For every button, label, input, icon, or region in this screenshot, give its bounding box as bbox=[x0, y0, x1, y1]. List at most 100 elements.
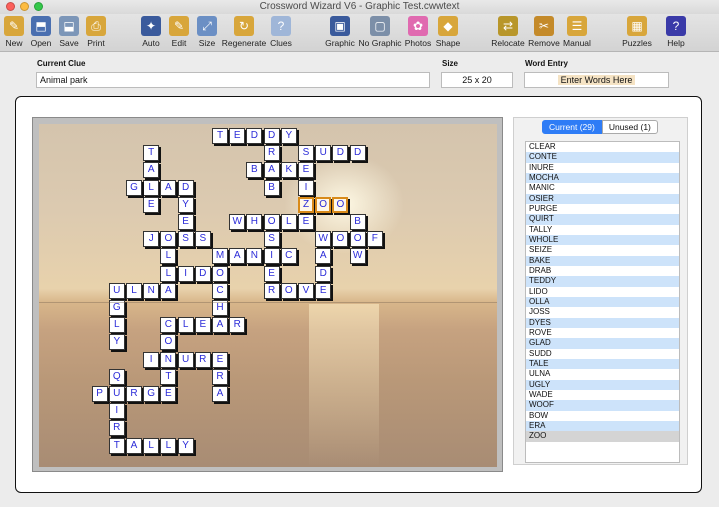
crossword-cell[interactable]: W bbox=[315, 231, 332, 248]
crossword-cell[interactable]: S bbox=[194, 231, 211, 248]
crossword-cell[interactable]: S bbox=[298, 145, 314, 162]
remove-button[interactable]: ✂ Remove bbox=[528, 16, 560, 52]
crossword-cell[interactable]: Y bbox=[280, 128, 297, 144]
crossword-cell[interactable]: D bbox=[315, 265, 332, 282]
crossword-cell[interactable]: I bbox=[263, 248, 280, 265]
crossword-cell[interactable]: A bbox=[212, 317, 228, 334]
crossword-cell[interactable]: A bbox=[143, 162, 160, 179]
crossword-cell[interactable]: L bbox=[177, 317, 194, 334]
crossword-cell[interactable]: O bbox=[160, 334, 177, 351]
word-list-item[interactable]: GLAD bbox=[526, 338, 679, 349]
word-list-item[interactable]: OSIER bbox=[526, 193, 679, 204]
tab-current[interactable]: Current (29) bbox=[542, 120, 602, 134]
crossword-cell[interactable]: R bbox=[126, 386, 142, 402]
crossword-cell[interactable]: O bbox=[332, 231, 349, 248]
word-list-item[interactable]: ERA bbox=[526, 420, 679, 432]
crossword-cell[interactable]: E bbox=[143, 196, 160, 213]
crossword-cell[interactable]: N bbox=[160, 351, 177, 368]
word-list-item[interactable]: OLLA bbox=[526, 296, 679, 308]
word-list-item[interactable]: ZOO bbox=[526, 431, 679, 442]
word-list-item[interactable]: TALLY bbox=[526, 225, 679, 235]
crossword-cell[interactable]: W bbox=[229, 214, 246, 230]
crossword-cell[interactable]: W bbox=[349, 248, 366, 265]
crossword-cell[interactable]: C bbox=[280, 248, 297, 265]
crossword-cell[interactable]: D bbox=[177, 179, 194, 196]
crossword-cell[interactable]: A bbox=[160, 179, 177, 196]
crossword-cell[interactable]: U bbox=[108, 282, 125, 299]
crossword-cell[interactable]: P bbox=[91, 386, 108, 402]
word-list-item[interactable]: CONTE bbox=[526, 152, 679, 163]
clues-button[interactable]: ? Clues bbox=[266, 16, 296, 52]
crossword-cell[interactable]: E bbox=[160, 386, 177, 402]
crossword-cell[interactable]: V bbox=[298, 282, 314, 299]
shape-button[interactable]: ◆ Shape bbox=[433, 16, 463, 52]
word-list-item[interactable]: DRAB bbox=[526, 266, 679, 276]
word-list-item[interactable]: PURGE bbox=[526, 204, 679, 214]
print-button[interactable]: ⎙ Print bbox=[81, 16, 111, 52]
word-list-item[interactable]: WADE bbox=[526, 390, 679, 400]
crossword-cell[interactable]: B bbox=[263, 179, 280, 196]
crossword-cell[interactable]: N bbox=[246, 248, 263, 265]
crossword-cell[interactable]: Q bbox=[108, 368, 125, 385]
crossword-cell[interactable]: D bbox=[349, 145, 366, 162]
edit-button[interactable]: ✎ Edit bbox=[164, 16, 194, 52]
crossword-cell[interactable]: M bbox=[212, 248, 228, 265]
crossword-cell[interactable]: O bbox=[315, 196, 332, 213]
crossword-board[interactable]: TEDDYRSUDDTALEBAKEGADBIZOOYEWHOLEBJOSSSW… bbox=[39, 124, 497, 467]
word-list-item[interactable]: TALE bbox=[526, 358, 679, 370]
crossword-cell[interactable]: L bbox=[160, 248, 177, 265]
crossword-cell[interactable]: E bbox=[298, 214, 314, 230]
photos-button[interactable]: ✿ Photos bbox=[403, 16, 433, 52]
crossword-cell[interactable]: O bbox=[160, 231, 177, 248]
crossword-cell[interactable]: E bbox=[229, 128, 246, 144]
crossword-cell[interactable]: C bbox=[160, 317, 177, 334]
crossword-cell[interactable]: D bbox=[263, 128, 280, 144]
crossword-cell[interactable]: I bbox=[108, 403, 125, 420]
puzzles-button[interactable]: ▦ Puzzles bbox=[622, 16, 652, 52]
crossword-cell[interactable]: U bbox=[177, 351, 194, 368]
crossword-cell[interactable]: E bbox=[315, 282, 332, 299]
word-list-item[interactable]: BAKE bbox=[526, 255, 679, 266]
help-button[interactable]: ? Help bbox=[661, 16, 691, 52]
crossword-cell[interactable]: I bbox=[298, 179, 314, 196]
crossword-cell[interactable]: L bbox=[280, 214, 297, 230]
crossword-cell[interactable]: U bbox=[108, 386, 125, 402]
graphic-button[interactable]: ▣ Graphic bbox=[325, 16, 355, 52]
word-entry-field[interactable]: Enter Words Here bbox=[524, 72, 669, 88]
crossword-cell[interactable]: O bbox=[212, 265, 228, 282]
word-list-item[interactable]: CLEAR bbox=[526, 142, 679, 152]
crossword-cell[interactable]: A bbox=[212, 386, 228, 402]
relocate-button[interactable]: ⇄ Relocate bbox=[491, 16, 525, 52]
word-list-item[interactable]: SUDD bbox=[526, 349, 679, 359]
word-list-item[interactable]: TEDDY bbox=[526, 276, 679, 287]
crossword-cell[interactable]: N bbox=[143, 282, 160, 299]
crossword-cell[interactable]: E bbox=[177, 214, 194, 230]
crossword-cell[interactable]: Z bbox=[298, 196, 314, 213]
crossword-cell[interactable]: L bbox=[143, 437, 160, 454]
word-list-item[interactable]: DYES bbox=[526, 317, 679, 328]
crossword-cell[interactable]: R bbox=[108, 420, 125, 437]
word-list-item[interactable]: QUIRT bbox=[526, 214, 679, 225]
crossword-cell[interactable]: D bbox=[246, 128, 263, 144]
word-list-item[interactable]: MANIC bbox=[526, 183, 679, 193]
crossword-cell[interactable]: T bbox=[160, 368, 177, 385]
no-graphic-button[interactable]: ▢ No Graphic bbox=[359, 16, 402, 52]
crossword-cell[interactable]: H bbox=[246, 214, 263, 230]
word-list-item[interactable]: WHOLE bbox=[526, 234, 679, 246]
crossword-cell[interactable]: Y bbox=[177, 437, 194, 454]
crossword-cell[interactable]: L bbox=[126, 282, 142, 299]
word-list-item[interactable]: ULNA bbox=[526, 369, 679, 379]
crossword-cell[interactable]: O bbox=[349, 231, 366, 248]
crossword-cell[interactable]: R bbox=[194, 351, 211, 368]
crossword-cell[interactable]: L bbox=[108, 317, 125, 334]
crossword-cell[interactable]: K bbox=[280, 162, 297, 179]
crossword-cell[interactable]: R bbox=[229, 317, 246, 334]
word-list-item[interactable]: LIDO bbox=[526, 287, 679, 297]
crossword-cell[interactable]: E bbox=[212, 351, 228, 368]
size-button[interactable]: ⤢ Size bbox=[192, 16, 222, 52]
crossword-cell[interactable]: A bbox=[315, 248, 332, 265]
current-clue-field[interactable]: Animal park bbox=[36, 72, 430, 88]
crossword-cell[interactable]: F bbox=[366, 231, 383, 248]
crossword-cell[interactable]: L bbox=[143, 179, 160, 196]
auto-button[interactable]: ✦ Auto bbox=[136, 16, 166, 52]
